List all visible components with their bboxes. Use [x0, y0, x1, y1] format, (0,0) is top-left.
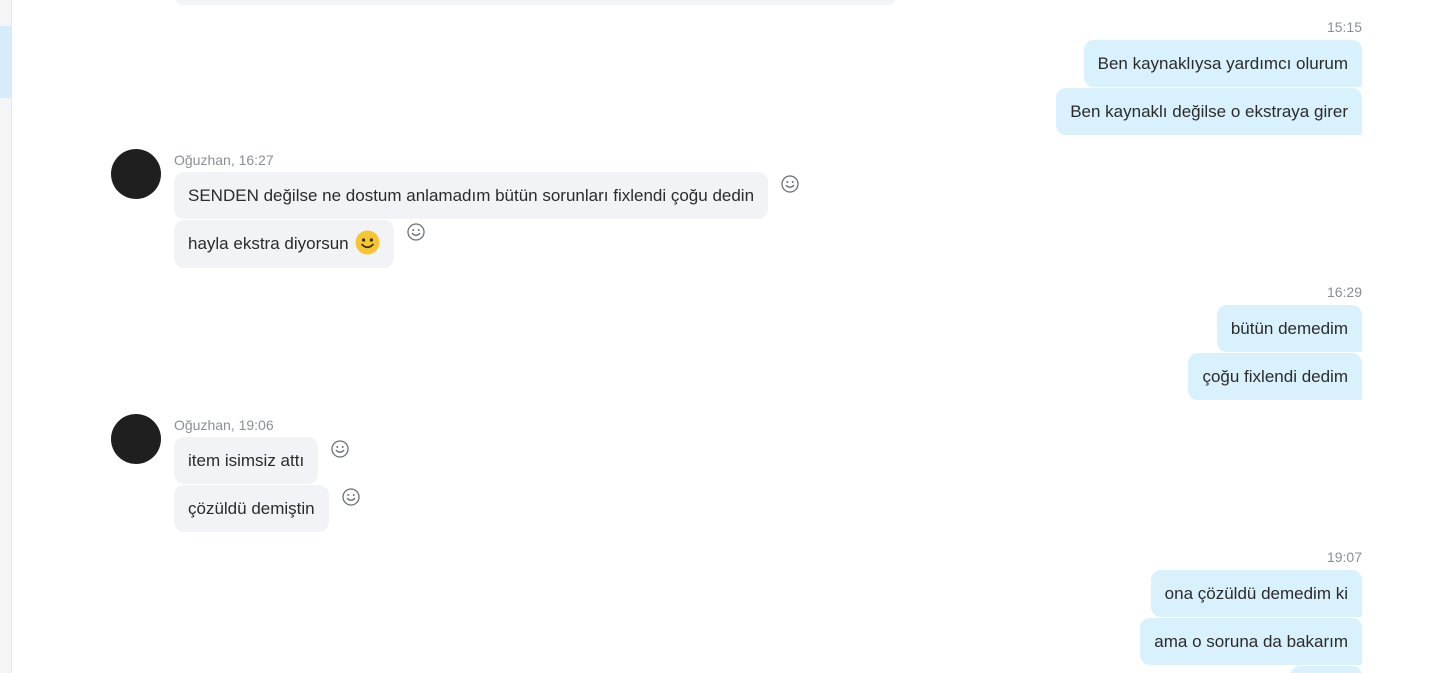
sidebar-edge	[0, 0, 12, 673]
add-reaction-icon[interactable]	[406, 222, 426, 242]
outgoing-message-bubble[interactable]: ona çözüldü demedim ki	[1150, 570, 1362, 617]
outgoing-message-group: 15:15 Ben kaynaklıysa yardımcı olurum Be…	[1056, 19, 1362, 135]
sender-name-time: Oğuzhan, 16:27	[174, 152, 274, 168]
message-timestamp: 19:07	[1326, 549, 1362, 565]
incoming-message-bubble[interactable]: SENDEN değilse ne dostum anlamadım bütün…	[174, 172, 769, 219]
outgoing-message-bubble[interactable]: Ben kaynaklı değilse o ekstraya girer	[1056, 88, 1362, 135]
add-reaction-icon[interactable]	[780, 174, 800, 194]
sidebar-scroll-thumb[interactable]	[0, 26, 11, 98]
outgoing-message-group: 16:29 bütün demedim çoğu fixlendi dedim	[1188, 284, 1362, 400]
incoming-message-group: Oğuzhan, 16:27 SENDEN değilse ne dostum …	[98, 149, 800, 269]
chat-window: 15:15 Ben kaynaklıysa yardımcı olurum Be…	[0, 0, 1438, 673]
message-timestamp: 16:29	[1326, 284, 1362, 300]
incoming-message-bubble[interactable]: item isimsiz attı	[174, 437, 319, 484]
contact-avatar[interactable]	[111, 414, 161, 464]
message-text: hayla ekstra diyorsun	[188, 234, 349, 253]
outgoing-message-bubble[interactable]: ama o soruna da bakarım	[1140, 618, 1362, 665]
outgoing-message-group: 19:07 ona çözüldü demedim ki ama o sorun…	[1140, 549, 1362, 673]
sender-name-time: Oğuzhan, 19:06	[174, 417, 274, 433]
outgoing-message-bubble[interactable]: bütün demedim	[1216, 305, 1362, 352]
add-reaction-icon[interactable]	[341, 487, 361, 507]
message-list[interactable]: 15:15 Ben kaynaklıysa yardımcı olurum Be…	[12, 0, 1438, 673]
incoming-message-bubble[interactable]: çözüldü demiştin	[174, 485, 329, 532]
outgoing-message-bubble[interactable]: çoğu fixlendi dedim	[1188, 353, 1362, 400]
contact-avatar[interactable]	[111, 149, 161, 199]
add-reaction-icon[interactable]	[330, 439, 350, 459]
incoming-message-bubble[interactable]: hayla ekstra diyorsun	[174, 220, 394, 269]
previous-message-bubble[interactable]	[174, 0, 897, 5]
incoming-message-group: Oğuzhan, 19:06 item isimsiz attı çözüldü…	[98, 414, 361, 532]
message-timestamp: 15:15	[1326, 19, 1362, 35]
smile-emoji-icon	[355, 230, 380, 255]
outgoing-message-bubble-partial[interactable]	[1290, 666, 1362, 673]
outgoing-message-bubble[interactable]: Ben kaynaklıysa yardımcı olurum	[1083, 40, 1362, 87]
